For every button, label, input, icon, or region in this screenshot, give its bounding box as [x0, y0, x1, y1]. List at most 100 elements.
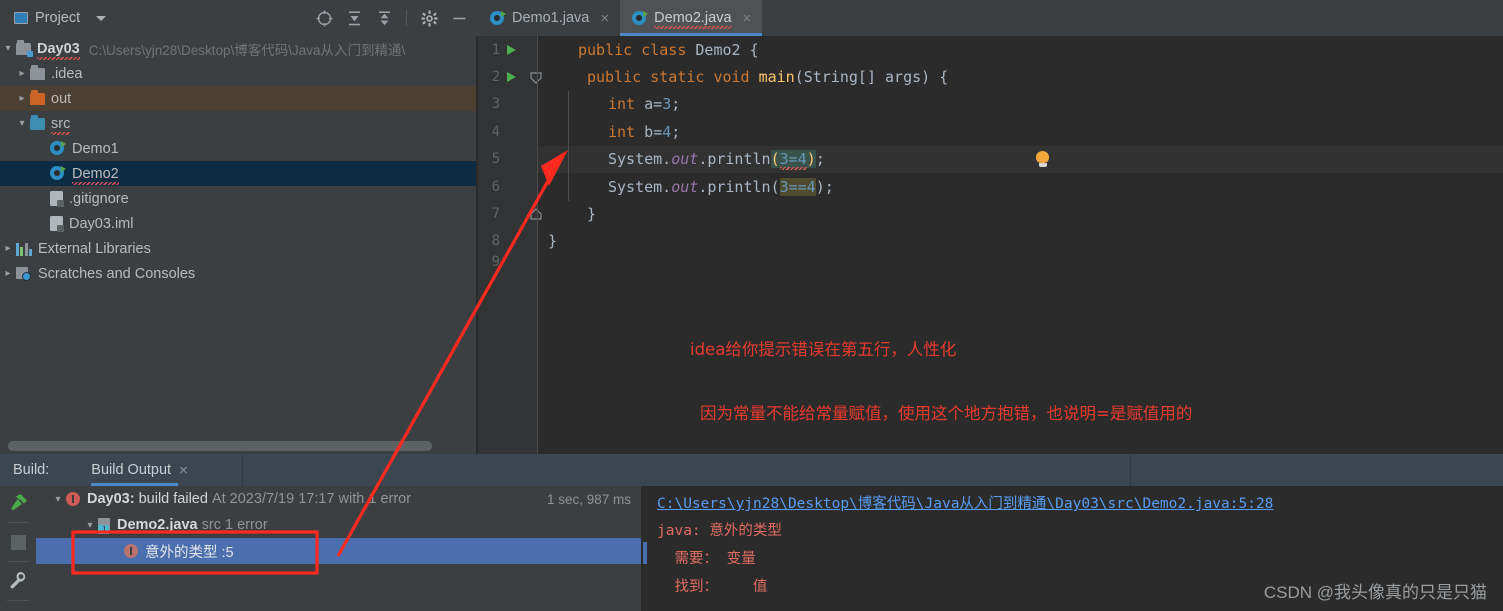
project-path: C:\Users\yjn28\Desktop\博客代码\Java从入门到精通\	[88, 42, 406, 58]
token-semicolon: ;	[824, 177, 834, 196]
intention-bulb-icon[interactable]	[1036, 151, 1049, 167]
java-class-icon	[490, 10, 506, 26]
run-method-icon[interactable]	[507, 72, 516, 83]
tree-item-label: Demo2	[72, 165, 119, 185]
expand-all-icon[interactable]	[341, 5, 367, 31]
scrollbar-thumb[interactable]	[8, 441, 432, 451]
code-line-1: public class Demo2 {	[538, 36, 759, 63]
gear-icon[interactable]	[416, 5, 442, 31]
build-hammer-icon[interactable]	[0, 486, 36, 520]
line-number: 1	[491, 41, 500, 58]
chevron-down-icon[interactable]: ▾	[82, 520, 98, 531]
tab-label: Demo2.java	[654, 10, 732, 29]
close-icon[interactable]: ×	[179, 462, 188, 479]
token-field-out: out	[671, 177, 699, 196]
gutter-line-4: 4	[478, 118, 538, 145]
token-dot: .	[698, 177, 708, 196]
tree-row-demo1[interactable]: Demo1	[0, 136, 478, 161]
tree-item-label: src	[51, 115, 71, 135]
tab-demo1-java[interactable]: Demo1.java ×	[478, 0, 620, 36]
tree-row-src[interactable]: ▾ src	[0, 111, 478, 136]
code-line-4: int b= 4;	[538, 118, 680, 145]
chevron-right-icon[interactable]: ▸	[14, 68, 30, 79]
tab-demo2-java[interactable]: Demo2.java ×	[620, 0, 763, 36]
build-row-error-detail[interactable]: 意外的类型 :5	[36, 538, 641, 564]
gutter-line-6: 6	[478, 173, 538, 200]
code-line-5: System. out. println(3=4);	[538, 146, 825, 173]
chevron-down-icon[interactable]: ▾	[0, 43, 16, 54]
code-editor[interactable]: 1 2 3 4 5 6 7 8 9 public class Demo2 {p…	[478, 36, 1503, 454]
tree-row-external-libraries[interactable]: ▸ External Libraries	[0, 236, 478, 261]
tree-row-day03[interactable]: ▾ Day03 C:\Users\yjn28\Desktop\博客代码\Java…	[0, 36, 478, 61]
token-semicolon: ;	[671, 122, 681, 141]
line-number: 7	[491, 206, 500, 223]
wrench-icon[interactable]	[0, 564, 36, 598]
stop-icon[interactable]	[0, 525, 36, 559]
tree-row-scratches-and-consoles[interactable]: ▸ Scratches and Consoles	[0, 261, 478, 286]
run-class-icon[interactable]	[507, 44, 516, 55]
tree-item-label: External Libraries	[38, 240, 151, 257]
java-class-icon	[50, 141, 66, 156]
tree-item-label: Day03.iml	[69, 215, 134, 232]
error-message-line: 找到： 值	[657, 579, 768, 595]
chevron-right-icon[interactable]: ▸	[14, 93, 30, 104]
token-variable: b=	[635, 122, 663, 141]
build-row-title: 意外的类型 :5	[145, 544, 234, 561]
minimize-icon[interactable]	[446, 5, 472, 31]
error-message-line: java: 意外的类型	[657, 523, 782, 539]
chevron-right-icon[interactable]: ▸	[0, 243, 16, 254]
chevron-down-icon[interactable]: ▾	[14, 118, 30, 129]
close-icon[interactable]: ×	[743, 10, 752, 27]
folder-gray-icon	[30, 64, 45, 80]
tree-row-gitignore[interactable]: .gitignore	[0, 186, 478, 211]
iml-file-icon	[50, 216, 64, 232]
tree-row-idea[interactable]: ▸ .idea	[0, 61, 478, 86]
token-method: main	[758, 68, 795, 87]
token-comparison-expression: 3==4	[779, 177, 816, 196]
editor-gutter[interactable]: 1 2 3 4 5 6 7 8 9	[478, 36, 542, 454]
token-brace: }	[548, 232, 558, 251]
build-output-tree[interactable]: ▾ Day03: build failed At 2023/7/19 17:17…	[36, 486, 641, 611]
token-number: 4	[662, 122, 672, 141]
tree-row-day03-iml[interactable]: Day03.iml	[0, 211, 478, 236]
token-close-paren: )	[815, 177, 825, 196]
token-open-paren: (	[770, 150, 780, 169]
tab-build-output[interactable]: Build Output ×	[91, 454, 192, 486]
code-line-8: }	[538, 228, 557, 255]
close-icon[interactable]: ×	[600, 10, 609, 27]
token-close-paren: )	[806, 150, 816, 169]
locate-target-icon[interactable]	[311, 5, 337, 31]
gutter-line-1: 1	[478, 36, 538, 63]
build-row-title: Demo2.java	[117, 517, 198, 533]
build-row-detail: src 1 error	[201, 517, 268, 533]
project-tree-horizontal-scrollbar[interactable]	[0, 438, 478, 454]
token-classname: Demo2 {	[695, 40, 759, 59]
libraries-icon	[16, 242, 32, 256]
tree-item-label: Demo1	[72, 140, 119, 157]
token-keyword: public	[587, 68, 642, 87]
project-panel-header: Project	[0, 0, 478, 36]
chevron-down-icon[interactable]: ▾	[50, 494, 66, 505]
line-number: 8	[491, 233, 500, 250]
project-panel-title-group[interactable]: Project	[0, 10, 107, 26]
build-panel-header: Build: Build Output ×	[0, 454, 1503, 486]
collapse-all-icon[interactable]	[371, 5, 397, 31]
chevron-down-icon[interactable]	[96, 15, 107, 21]
project-tree[interactable]: ▾ Day03 C:\Users\yjn28\Desktop\博客代码\Java…	[0, 36, 478, 436]
build-row-demo2-java[interactable]: ▾ Demo2.java src 1 error	[36, 512, 641, 538]
token-open-paren: (	[770, 177, 780, 196]
build-row-day03[interactable]: ▾ Day03: build failed At 2023/7/19 17:17…	[36, 486, 641, 512]
java-file-icon	[98, 518, 110, 534]
csdn-watermark: CSDN @我头像真的只是只猫	[1263, 583, 1487, 602]
token-semicolon: ;	[671, 95, 681, 114]
token-keyword: int	[608, 95, 636, 114]
scratches-icon	[16, 266, 32, 281]
token-keyword: void	[713, 68, 750, 87]
line-number: 6	[491, 178, 500, 195]
gutter-line-7: 7	[478, 200, 538, 227]
chevron-right-icon[interactable]: ▸	[0, 268, 16, 279]
error-file-link[interactable]: C:\Users\yjn28\Desktop\博客代码\Java从入门到精通\D…	[657, 492, 1273, 513]
build-panel-label: Build:	[13, 462, 50, 478]
tree-row-demo2[interactable]: Demo2	[0, 161, 478, 186]
tree-row-out[interactable]: ▸ out	[0, 86, 478, 111]
